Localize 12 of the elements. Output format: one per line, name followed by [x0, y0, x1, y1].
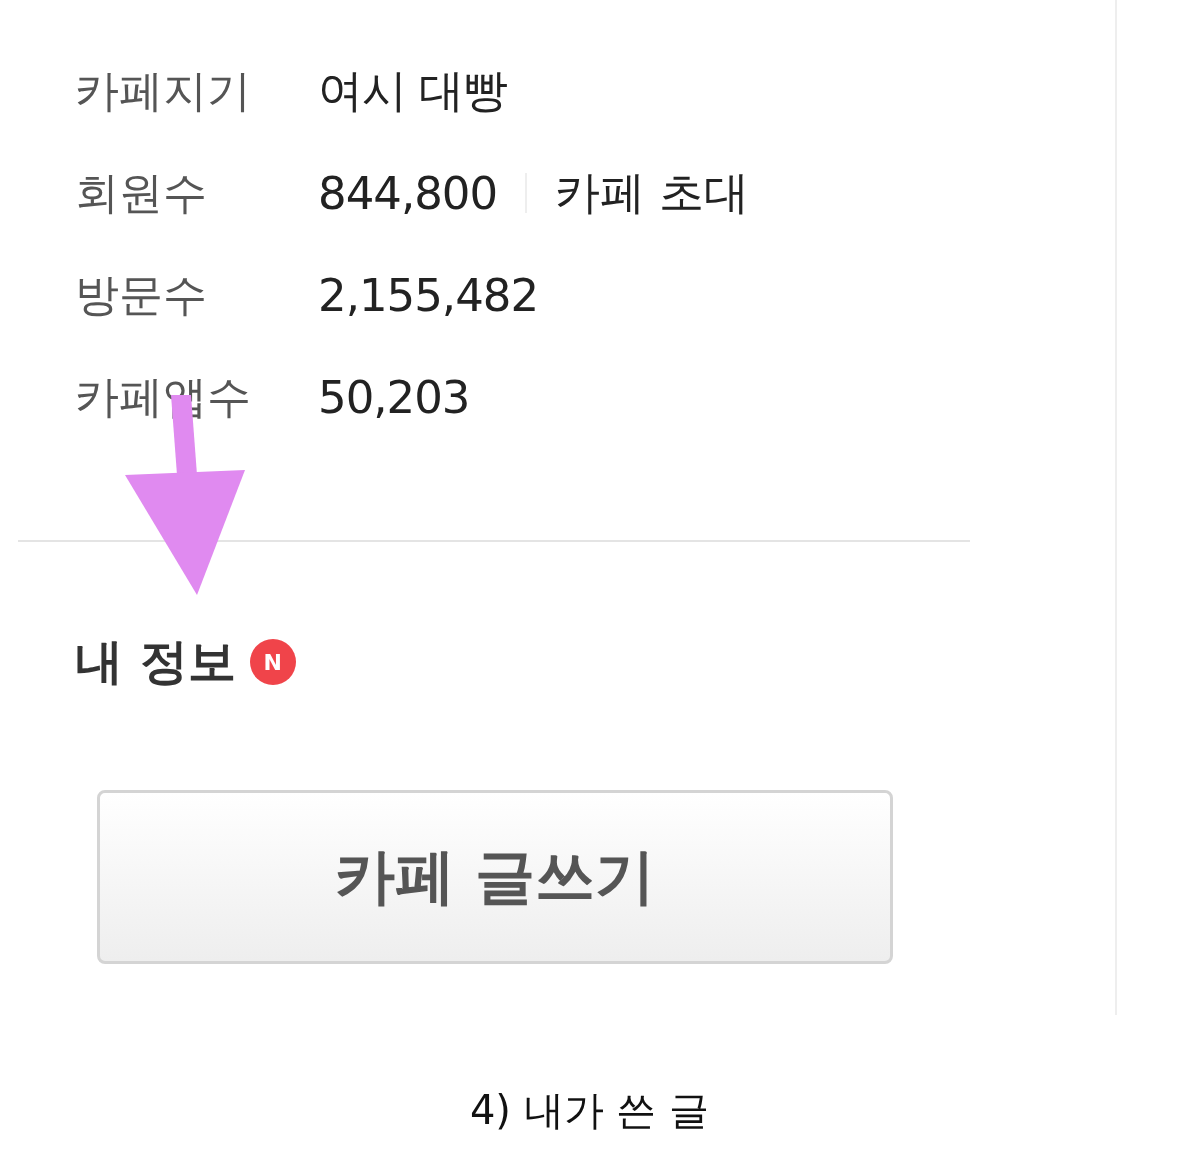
- info-label: 카페지기: [75, 63, 252, 118]
- section-title: 내 정보: [75, 632, 236, 691]
- info-value: 2,155,482: [318, 268, 539, 322]
- info-value: 50,203: [318, 370, 470, 424]
- info-value: 여시 대빵: [318, 63, 508, 119]
- info-label: 방문수: [75, 267, 208, 322]
- caption: 4) 내가 쓴 글: [468, 1086, 711, 1135]
- invite-link[interactable]: 카페 초대: [555, 163, 750, 223]
- write-button[interactable]: 카페 글쓰기: [97, 790, 893, 964]
- info-label: 회원수: [75, 165, 208, 220]
- new-badge: N: [249, 639, 296, 685]
- info-value: 844,800: [318, 166, 498, 220]
